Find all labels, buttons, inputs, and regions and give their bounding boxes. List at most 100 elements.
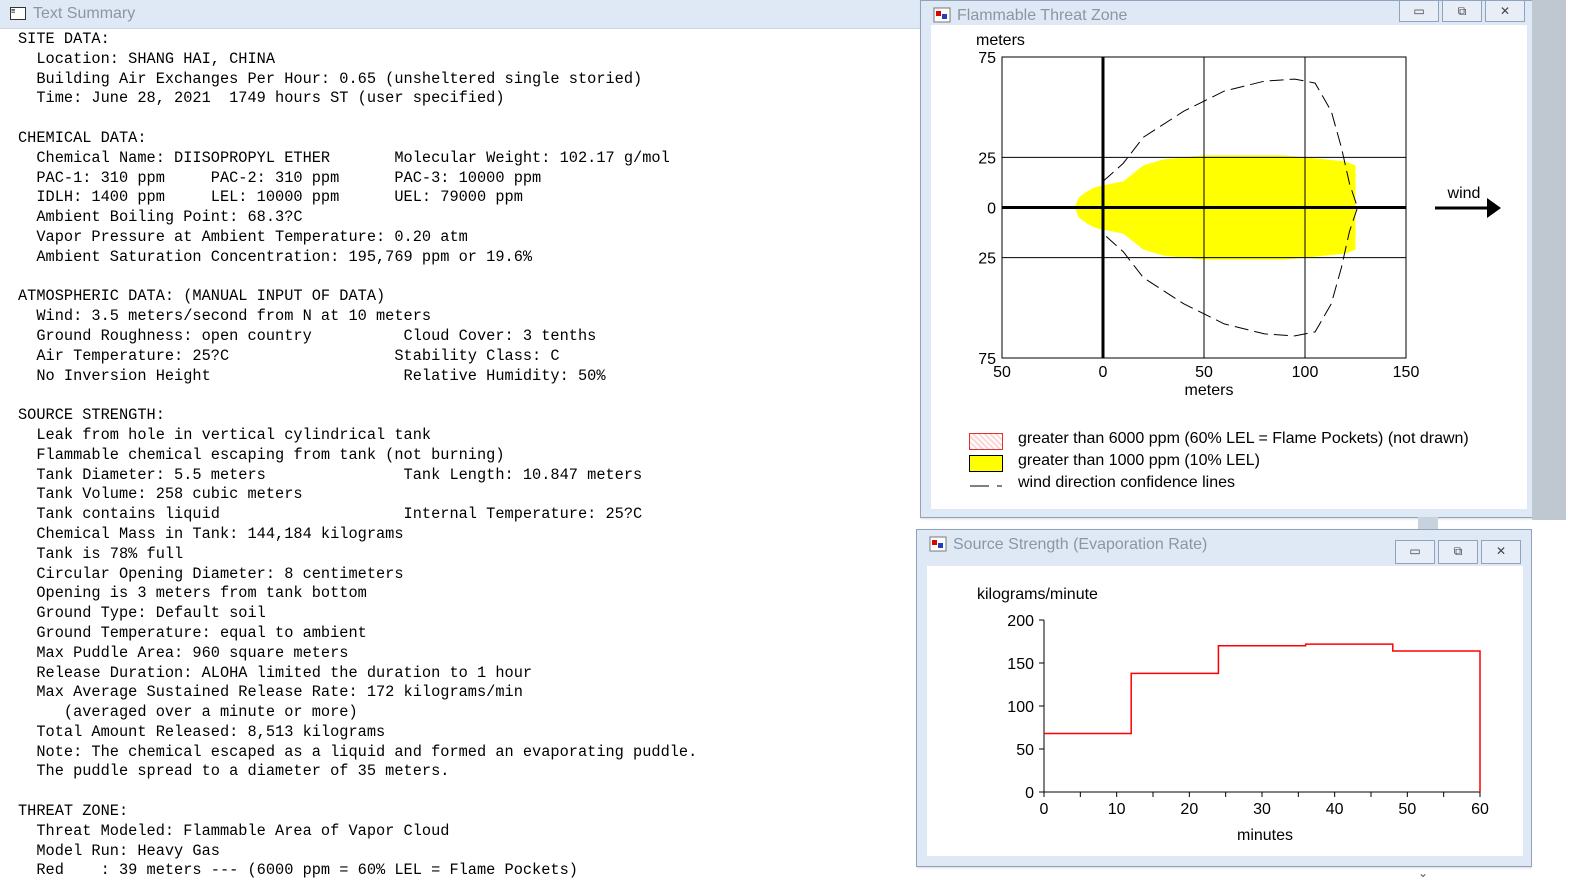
summary-line: Red : 39 meters --- (6000 ppm = 60% LEL … (18, 861, 578, 880)
summary-line: Model Run: Heavy Gas (18, 841, 220, 860)
y-tick-label: 150 (1007, 656, 1034, 673)
x-tick-label: 150 (1393, 364, 1420, 381)
summary-line: Chemical Mass in Tank: 144,184 kilograms (18, 524, 404, 543)
y-tick-label: 0 (1025, 785, 1034, 802)
x-tick-label: 0 (1040, 801, 1049, 818)
y-tick-label: 0 (987, 201, 996, 218)
summary-line: ATMOSPHERIC DATA: (MANUAL INPUT OF DATA) (18, 287, 386, 306)
y-tick-label: 75 (978, 50, 996, 67)
summary-line (18, 386, 697, 406)
summary-line: Total Amount Released: 8,513 kilograms (18, 722, 386, 741)
summary-line: The puddle spread to a diameter of 35 me… (18, 762, 450, 781)
x-tick-label: 10 (1108, 801, 1126, 818)
y-tick-label: 100 (1007, 699, 1034, 716)
x-axis-label: minutes (1237, 827, 1293, 844)
summary-line: Tank Diameter: 5.5 meters Tank Length: 1… (18, 465, 643, 484)
threat-zone-chart: meters75250257550 0 50 100 150meterswind (976, 32, 1501, 399)
summary-line: THREAT ZONE: (18, 802, 129, 821)
summary-line: Ambient Boiling Point: 68.3?C (18, 208, 303, 227)
summary-line: Wind: 3.5 meters/second from N at 10 met… (18, 307, 432, 326)
window-splitter-grip[interactable] (1418, 517, 1438, 529)
text-summary-body: SITE DATA: Location: SHANG HAI, CHINA Bu… (18, 30, 697, 881)
summary-line: Circular Opening Diameter: 8 centimeters (18, 564, 404, 583)
summary-line: PAC-1: 310 ppm PAC-2: 310 ppm PAC-3: 100… (18, 168, 542, 187)
summary-line: Tank contains liquid Internal Temperatur… (18, 505, 643, 524)
source-window-title: Source Strength (Evaporation Rate) (953, 536, 1208, 553)
x-tick-label: 100 (1292, 364, 1319, 381)
threat-zone-client-area: meters 75 25 0 25 75 50 0 50 100 150 meters wind gre… (931, 25, 1527, 509)
source-strength-client-area: kilograms/minute 0 50 100 150 200 0 10 20 30 40 50 6… (927, 566, 1523, 856)
legend-label-flame-pockets: greater than 6000 ppm (60% LEL = Flame P… (1018, 430, 1469, 447)
summary-line: Chemical Name: DIISOPROPYL ETHER Molecul… (18, 148, 670, 167)
y-tick-label: 200 (1007, 613, 1034, 630)
close-button[interactable]: ✕ (1481, 540, 1521, 564)
restore-button[interactable]: ⧉ (1438, 540, 1478, 564)
chart-window-icon (929, 536, 947, 552)
summary-line: Note: The chemical escaped as a liquid a… (18, 742, 698, 761)
text-summary-window: ≡ Text Summary SITE DATA: Location: SHAN… (0, 0, 930, 890)
wind-arrow-icon (1487, 198, 1501, 218)
x-tick-label: 0 (1099, 364, 1108, 381)
right-scroll-strip[interactable] (1532, 0, 1587, 890)
x-tick-label: 50 (1195, 364, 1213, 381)
x-tick-label: 50 (993, 364, 1011, 381)
x-tick-label: 60 (1471, 801, 1489, 818)
summary-line: Opening is 3 meters from tank bottom (18, 584, 367, 603)
y-tick-label: 50 (1016, 742, 1034, 759)
legend-swatch-lel (969, 455, 1003, 472)
summary-line: Max Average Sustained Release Rate: 172 … (18, 683, 523, 702)
summary-line: No Inversion Height Relative Humidity: 5… (18, 366, 606, 385)
text-window-icon: ≡ (10, 7, 26, 20)
summary-line: Ground Roughness: open country Cloud Cov… (18, 326, 597, 345)
scroll-down-icon[interactable]: ⌄ (1418, 866, 1428, 880)
legend-label-lel: greater than 1000 ppm (10% LEL) (1018, 452, 1260, 469)
minimize-button[interactable]: ▭ (1395, 540, 1435, 564)
summary-line: Location: SHANG HAI, CHINA (18, 49, 276, 68)
summary-line (18, 268, 697, 288)
summary-line: Max Puddle Area: 960 square meters (18, 643, 349, 662)
summary-line: Flammable chemical escaping from tank (n… (18, 445, 505, 464)
text-summary-titlebar[interactable]: ≡ Text Summary (0, 0, 930, 29)
minimize-button[interactable]: ▭ (1399, 1, 1439, 22)
legend-swatch-flame-pockets (969, 433, 1003, 450)
summary-line: CHEMICAL DATA: (18, 128, 147, 147)
y-tick-label: 25 (978, 150, 996, 167)
summary-line (18, 782, 697, 802)
summary-line: Vapor Pressure at Ambient Temperature: 0… (18, 227, 468, 246)
summary-line: Release Duration: ALOHA limited the dura… (18, 663, 533, 682)
summary-line: (averaged over a minute or more) (18, 703, 358, 722)
threat-window-title: Flammable Threat Zone (957, 7, 1128, 24)
y-axis-label: kilograms/minute (977, 586, 1098, 603)
summary-line: Building Air Exchanges Per Hour: 0.65 (u… (18, 69, 643, 88)
summary-line: Tank is 78% full (18, 544, 184, 563)
legend-label-confidence-lines: wind direction confidence lines (1018, 474, 1236, 491)
y-axis-label: meters (976, 32, 1025, 49)
source-strength-chart: kilograms/minute 0 50 100 150 200 0 10 20 30 40 50 6… (977, 586, 1489, 844)
y-tick-label: 25 (978, 251, 996, 268)
text-summary-title: Text Summary (33, 5, 136, 22)
summary-line: Ground Temperature: equal to ambient (18, 623, 367, 642)
x-tick-label: 50 (1398, 801, 1416, 818)
summary-line: Ground Type: Default soil (18, 604, 266, 623)
source-strength-window: Source Strength (Evaporation Rate) ▭ ⧉ ✕… (916, 529, 1532, 867)
x-axis-label: meters (1185, 382, 1234, 399)
summary-line: Leak from hole in vertical cylindrical t… (18, 425, 432, 444)
evaporation-rate-line (1044, 643, 1481, 792)
summary-line: Time: June 28, 2021 1749 hours ST (user … (18, 89, 505, 108)
x-tick-label: 30 (1253, 801, 1271, 818)
summary-line (18, 109, 697, 129)
summary-line: Threat Modeled: Flammable Area of Vapor … (18, 821, 450, 840)
x-tick-label: 20 (1180, 801, 1198, 818)
summary-line: Tank Volume: 258 cubic meters (18, 485, 303, 504)
wind-label: wind (1447, 185, 1481, 202)
summary-line: IDLH: 1400 ppm LEL: 10000 ppm UEL: 79000… (18, 188, 523, 207)
flammable-threat-zone-window: Flammable Threat Zone ▭ ⧉ ✕ meters 75 25 0 2… (920, 0, 1536, 518)
chart-window-icon (933, 7, 951, 23)
x-tick-label: 40 (1326, 801, 1344, 818)
summary-line: SITE DATA: (18, 30, 110, 48)
restore-button[interactable]: ⧉ (1442, 1, 1482, 22)
close-button[interactable]: ✕ (1485, 1, 1525, 22)
summary-line: Air Temperature: 25?C Stability Class: C (18, 346, 560, 365)
legend-swatch-confidence-lines (970, 485, 1002, 487)
summary-line: Ambient Saturation Concentration: 195,76… (18, 247, 533, 266)
